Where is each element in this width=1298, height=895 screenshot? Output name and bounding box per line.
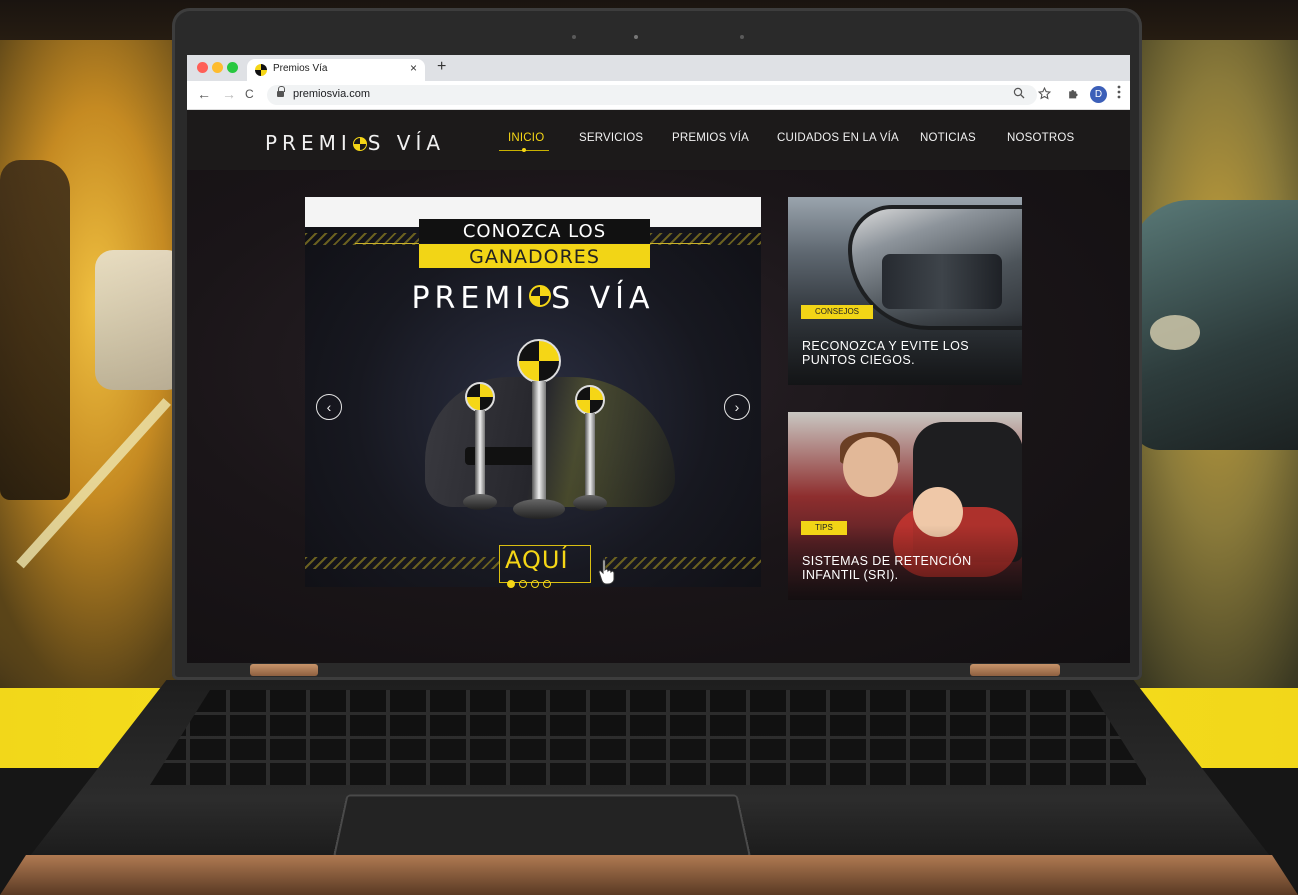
nav-item-nosotros[interactable]: NOSOTROS xyxy=(1007,132,1074,144)
window-minimize-button[interactable] xyxy=(212,62,223,73)
laptop-touchpad xyxy=(332,794,752,858)
laptop-screen: Premios Vía × + ← → C premiosvia.com D P… xyxy=(187,55,1130,663)
lock-icon xyxy=(277,86,285,97)
forward-button[interactable]: → xyxy=(222,86,236,102)
crash-test-logo-icon xyxy=(352,137,367,151)
webcam-sensor xyxy=(572,35,576,39)
bookmark-star-icon[interactable] xyxy=(1037,86,1052,103)
motorcyclist xyxy=(0,160,70,500)
nav-item-inicio[interactable]: INICIO xyxy=(508,132,544,144)
car-illustration xyxy=(425,377,675,507)
key-row-divider xyxy=(150,760,1150,763)
hinge-right xyxy=(970,664,1060,676)
slider-next-button[interactable]: › xyxy=(724,394,750,420)
back-button[interactable]: ← xyxy=(197,86,211,102)
favicon-icon xyxy=(255,64,267,76)
nav-item-servicios[interactable]: SERVICIOS xyxy=(579,132,643,144)
logo-text-left: PREMI xyxy=(265,131,352,155)
tab-close-icon[interactable]: × xyxy=(410,61,417,75)
nav-item-cuidados-en-la-via[interactable]: CUIDADOS EN LA VÍA xyxy=(777,132,899,144)
kebab-menu-icon[interactable] xyxy=(1117,85,1121,102)
slider-prev-button[interactable]: ‹ xyxy=(316,394,342,420)
card-tag: CONSEJOS xyxy=(801,305,874,319)
decorative-line xyxy=(650,243,710,244)
hero-headline-line2: GANADORES xyxy=(469,246,600,268)
crash-test-logo-icon xyxy=(529,285,552,307)
laptop-base-rim xyxy=(0,855,1298,895)
hero-brand-right: S VÍA xyxy=(551,281,655,316)
window-close-button[interactable] xyxy=(197,62,208,73)
hero-headline-line1: CONOZCA LOS xyxy=(462,221,607,242)
decorative-stripes xyxy=(605,557,761,569)
page-content: CONOZCA LOS GANADORES PREMI S VÍA ‹ › AQ… xyxy=(187,170,1130,663)
extensions-puzzle-icon[interactable] xyxy=(1067,87,1080,103)
hinge-left xyxy=(250,664,318,676)
article-card-sri[interactable]: TIPS SISTEMAS DE RETENCIÓN INFANTIL (SRI… xyxy=(788,412,1022,600)
card-title: RECONOZCA Y EVITE LOS PUNTOS CIEGOS. xyxy=(802,339,970,367)
car-headlight xyxy=(1150,315,1200,350)
tab-title: Premios Vía xyxy=(273,63,328,74)
hero-slider: CONOZCA LOS GANADORES PREMI S VÍA ‹ › AQ… xyxy=(305,197,761,588)
webcam-sensor xyxy=(740,35,744,39)
new-tab-button[interactable]: + xyxy=(437,58,446,76)
browser-tab[interactable]: Premios Vía × xyxy=(247,59,425,81)
nav-item-noticias[interactable]: NOTICIAS xyxy=(920,132,976,144)
key-row-divider xyxy=(150,736,1150,739)
slide-dot-2[interactable] xyxy=(519,580,527,588)
card-tag: TIPS xyxy=(801,521,847,535)
browser-toolbar: ← → C premiosvia.com D xyxy=(187,81,1130,110)
card-title: SISTEMAS DE RETENCIÓN INFANTIL (SRI). xyxy=(802,554,972,582)
url-text: premiosvia.com xyxy=(293,88,371,100)
slide-dot-1[interactable] xyxy=(507,580,515,588)
hand-cursor-icon xyxy=(597,557,617,585)
hero-brand: PREMI S VÍA xyxy=(305,281,761,316)
laptop-keyboard xyxy=(150,690,1150,785)
webcam-icon xyxy=(634,35,638,39)
active-nav-indicator xyxy=(499,148,549,152)
window-maximize-button[interactable] xyxy=(227,62,238,73)
browser-tab-bar: Premios Vía × + xyxy=(187,55,1130,81)
reload-button[interactable]: C xyxy=(245,87,254,101)
key-row-divider xyxy=(150,712,1150,715)
slider-pagination xyxy=(507,575,555,593)
decorative-stripes xyxy=(305,557,499,569)
cta-aqui-button[interactable]: AQUÍ xyxy=(505,546,569,574)
decorative-line xyxy=(355,243,419,244)
nav-item-premios-via[interactable]: PREMIOS VÍA xyxy=(672,132,749,144)
slide-dot-3[interactable] xyxy=(531,580,539,588)
site-header: PREMI S VÍA INICIO SERVICIOS PREMIOS VÍA … xyxy=(187,110,1130,170)
slide-dot-4[interactable] xyxy=(543,580,551,588)
child-image xyxy=(843,437,898,497)
zoom-icon[interactable] xyxy=(1013,87,1025,102)
site-logo[interactable]: PREMI S VÍA xyxy=(265,131,445,155)
profile-avatar[interactable]: D xyxy=(1090,86,1107,103)
article-card-puntos-ciegos[interactable]: CONSEJOS RECONOZCA Y EVITE LOS PUNTOS CI… xyxy=(788,197,1022,385)
hero-brand-left: PREMI xyxy=(411,281,530,316)
address-bar[interactable]: premiosvia.com xyxy=(267,85,1037,105)
background-car-right xyxy=(1130,200,1298,450)
logo-text-right: S VÍA xyxy=(367,131,446,155)
